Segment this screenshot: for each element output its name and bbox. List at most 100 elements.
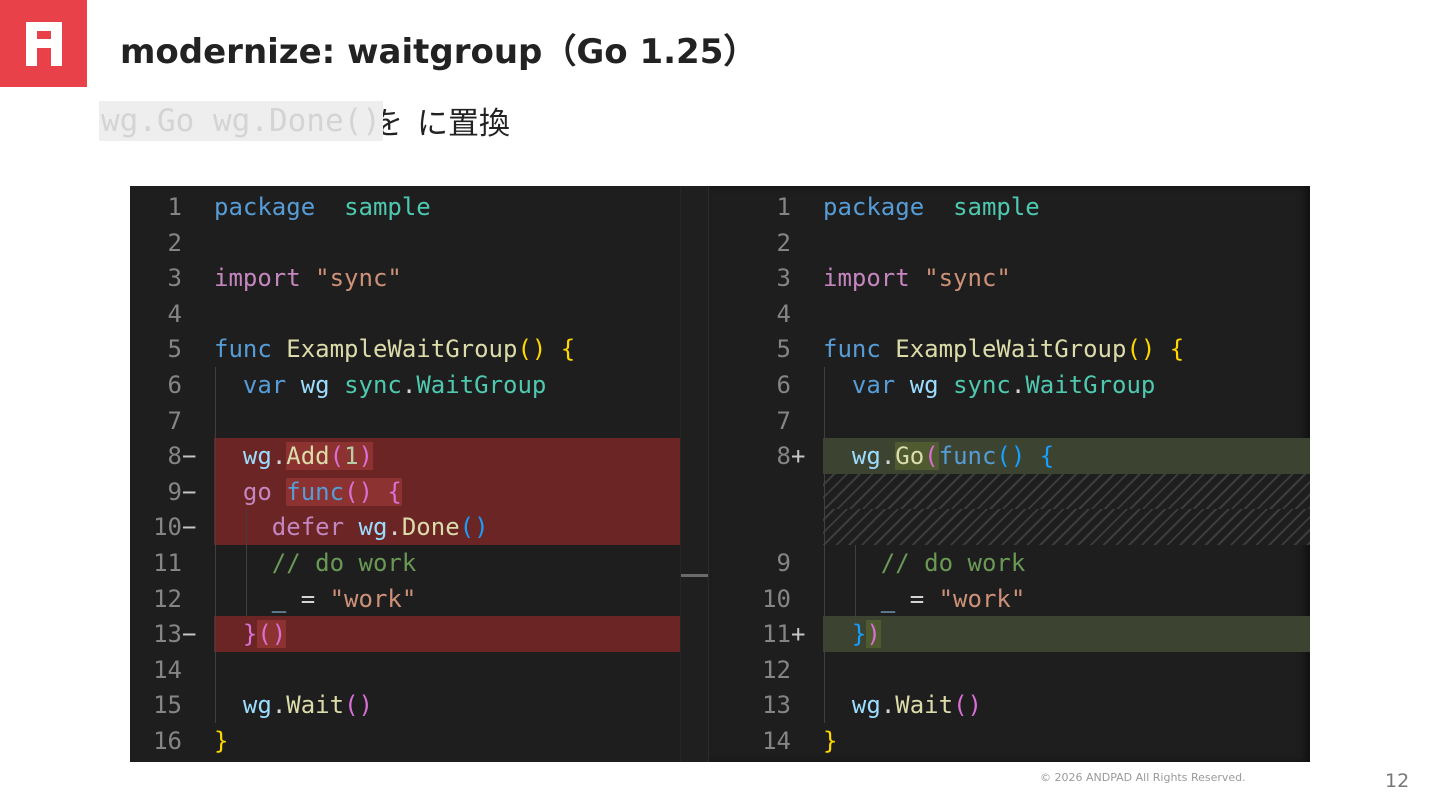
code-token: () <box>1126 335 1156 364</box>
line-number: 10 <box>762 584 791 613</box>
added-marker: + <box>791 620 806 649</box>
code-token: "work" <box>938 584 1026 613</box>
diff-pane-modified[interactable]: 1 package sample 2 3 import "sync" 4 5 func Exa… <box>708 186 1310 762</box>
removed-marker: − <box>182 620 197 649</box>
code-text: }() <box>214 616 287 652</box>
subtitle-code: wg.Go <box>99 100 197 141</box>
code-token: . <box>387 513 402 542</box>
code-text: var wg sync.WaitGroup <box>823 367 1155 403</box>
code-token: "sync" <box>315 264 402 293</box>
diff-line[interactable]: 2 <box>709 225 1310 261</box>
diff-line[interactable]: 12 <box>709 652 1310 688</box>
code-token: sync <box>344 371 402 399</box>
diff-line[interactable]: 10 _ = "work" <box>709 581 1310 617</box>
diff-line[interactable] <box>709 509 1310 546</box>
line-number: 2 <box>776 228 791 257</box>
diff-line[interactable]: 11 // do work <box>130 545 708 581</box>
diff-line[interactable]: 4 <box>130 296 708 332</box>
code-token: package <box>214 193 316 221</box>
code-token: { <box>1039 442 1055 471</box>
code-token: ( <box>329 442 345 471</box>
code-text: func ExampleWaitGroup() { <box>214 331 575 367</box>
code-token: } <box>242 620 258 649</box>
diff-line[interactable]: 3 import "sync" <box>130 260 708 296</box>
diff-line[interactable]: 7 <box>709 403 1310 439</box>
code-token: = <box>895 584 939 613</box>
scrollbar-thumb[interactable] <box>681 574 709 577</box>
diff-line[interactable]: 14} <box>709 723 1310 759</box>
andpad-logo-icon <box>26 22 62 66</box>
line-number: 11 <box>153 549 182 577</box>
code-text: import "sync" <box>214 260 402 296</box>
diff-line[interactable]: 15 wg.Wait() <box>130 687 708 723</box>
andpad-logo <box>0 0 87 87</box>
code-token: sample <box>953 193 1040 221</box>
diff-line[interactable]: 1 package sample <box>130 189 708 225</box>
diff-highlight <box>214 616 708 653</box>
code-token: go <box>242 477 272 506</box>
diff-line[interactable]: 7 <box>130 403 708 439</box>
diff-line[interactable]: 8 + wg.Go(func() { <box>709 438 1310 475</box>
line-number: 4 <box>776 299 791 328</box>
code-token: defer <box>271 513 345 542</box>
code-text: _ = "work" <box>214 581 417 617</box>
code-token: () <box>344 477 373 506</box>
diff-line[interactable]: 14 <box>130 652 708 688</box>
code-token: . <box>880 691 896 720</box>
code-token: Go <box>895 442 925 471</box>
code-token: . <box>1010 371 1026 399</box>
code-token: "work" <box>329 584 417 613</box>
diff-line[interactable]: 13 wg.Wait() <box>709 687 1310 723</box>
code-token: sync <box>953 371 1011 399</box>
diff-line[interactable]: 8− wg.Add(1) <box>130 438 708 475</box>
subtitle-text: に置換 <box>416 106 510 142</box>
diff-line[interactable]: 11 + }) <box>709 616 1310 653</box>
diff-line[interactable]: 10− defer wg.Done() <box>130 509 708 546</box>
line-number: 12 <box>153 584 182 613</box>
diff-line[interactable] <box>709 473 1310 510</box>
diff-line[interactable]: 1 package sample <box>709 189 1310 225</box>
code-text: package sample <box>214 189 431 225</box>
diff-line[interactable]: 5 func ExampleWaitGroup() { <box>130 331 708 367</box>
code-token: 1 <box>344 442 359 471</box>
line-number: 15 <box>153 691 182 720</box>
diff-line[interactable]: 9 // do work <box>709 545 1310 581</box>
line-number: 5 <box>776 335 791 364</box>
diff-line[interactable]: 4 <box>709 296 1310 332</box>
code-token: Done <box>401 513 460 542</box>
diff-line[interactable]: 9− go func() { <box>130 473 708 510</box>
code-text: wg.Go(func() { <box>823 438 1054 474</box>
line-number: 5 <box>167 335 182 364</box>
diff-pane-original[interactable]: 1 package sample 2 3 import "sync" 4 5 func Exa… <box>130 186 708 762</box>
diff-line[interactable]: 6 var wg sync.WaitGroup <box>130 367 708 403</box>
pane-divider[interactable] <box>680 186 709 762</box>
diff-line[interactable]: 6 var wg sync.WaitGroup <box>709 367 1310 403</box>
code-token: wg <box>358 513 388 542</box>
line-number: 3 <box>167 264 182 293</box>
page-number: 12 <box>1385 770 1410 792</box>
removed-marker: − <box>182 442 197 471</box>
removed-marker: − <box>182 477 197 506</box>
code-token: var <box>242 371 287 399</box>
code-token: { <box>560 335 576 364</box>
diff-line[interactable]: 12 _ = "work" <box>130 581 708 617</box>
diff-line[interactable]: 2 <box>130 225 708 261</box>
code-text: wg.Add(1) <box>214 438 373 474</box>
diff-line[interactable]: 13− }() <box>130 616 708 653</box>
diff-line[interactable]: 3 import "sync" <box>709 260 1310 296</box>
diff-line[interactable]: 5 func ExampleWaitGroup() { <box>709 331 1310 367</box>
diff-line[interactable]: 16} <box>130 723 708 759</box>
